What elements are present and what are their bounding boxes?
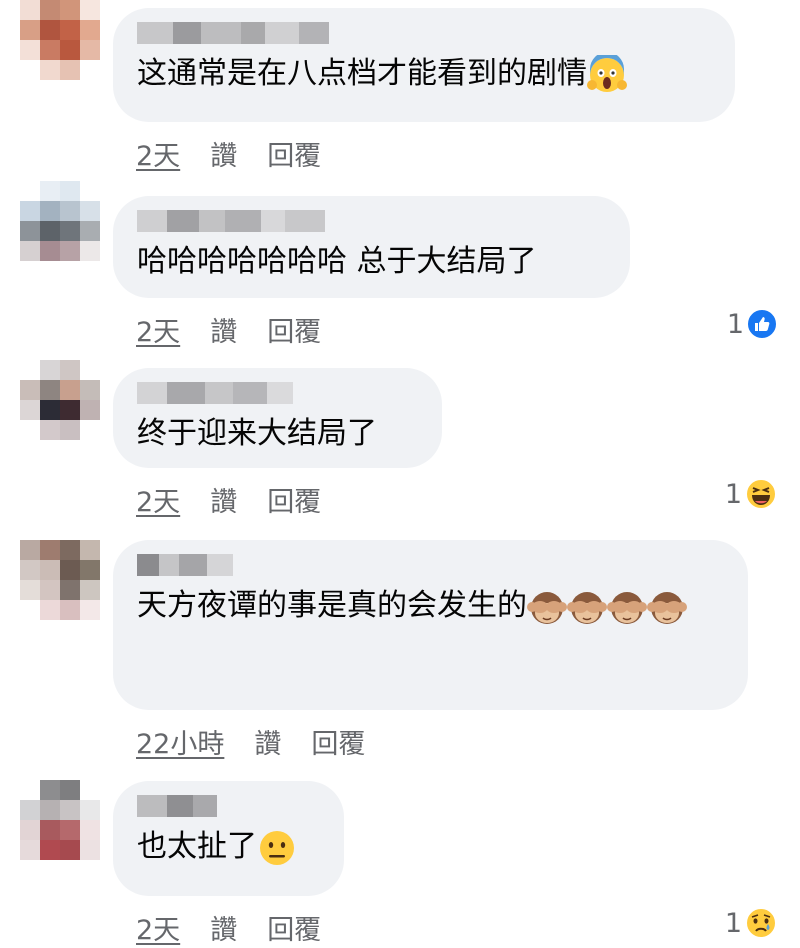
avatar[interactable] — [20, 780, 100, 860]
commenter-name-blurred[interactable] — [137, 795, 320, 817]
commenter-name-blurred[interactable] — [137, 554, 724, 576]
reaction-summary[interactable]: 1 — [725, 477, 778, 511]
reply-button[interactable]: 回覆 — [267, 480, 321, 519]
reply-button[interactable]: 回覆 — [311, 722, 365, 761]
timestamp-link[interactable]: 22小時 — [136, 722, 224, 761]
timestamp-link[interactable]: 2天 — [136, 480, 180, 519]
comment-actions: 2天 讚 回覆 — [136, 480, 321, 519]
comment-text: 天方夜谭的事是真的会发生的 — [137, 584, 727, 628]
reply-button[interactable]: 回覆 — [267, 908, 321, 947]
face-screaming-in-fear-icon — [587, 54, 627, 92]
avatar[interactable] — [20, 540, 100, 620]
avatar[interactable] — [20, 181, 100, 261]
see-no-evil-monkey-icon — [607, 591, 647, 624]
like-button[interactable]: 讚 — [210, 310, 237, 349]
like-button[interactable]: 讚 — [210, 480, 237, 519]
comment-actions: 2天 讚 回覆 — [136, 908, 321, 947]
comment-text: 这通常是在八点档才能看到的剧情 — [137, 52, 711, 96]
comment-actions: 2天 讚 回覆 — [136, 310, 321, 349]
comment-actions: 22小時 讚 回覆 — [136, 722, 365, 761]
timestamp-link[interactable]: 2天 — [136, 310, 180, 349]
comment-bubble: 这通常是在八点档才能看到的剧情 — [113, 8, 735, 122]
comment-text: 也太扯了 — [137, 825, 320, 869]
reaction-count: 1 — [724, 907, 742, 939]
comment-bubble: 哈哈哈哈哈哈哈 总于大结局了 — [113, 196, 630, 298]
see-no-evil-monkey-icon — [567, 591, 607, 624]
commenter-name-blurred[interactable] — [137, 382, 418, 404]
avatar[interactable] — [20, 0, 100, 80]
timestamp-link[interactable]: 2天 — [136, 908, 180, 947]
avatar[interactable] — [20, 360, 100, 440]
comment-text: 终于迎来大结局了 — [137, 416, 377, 451]
reply-button[interactable]: 回覆 — [267, 310, 321, 349]
reaction-count: 1 — [724, 478, 742, 510]
like-button[interactable]: 讚 — [210, 134, 237, 173]
reaction-summary[interactable]: 1 — [727, 308, 778, 340]
like-button[interactable]: 讚 — [210, 908, 237, 947]
like-icon — [746, 308, 778, 340]
commenter-name-blurred[interactable] — [137, 210, 606, 232]
sad-icon — [745, 907, 777, 939]
commenter-name-blurred[interactable] — [137, 22, 711, 44]
neutral-face-icon — [260, 830, 294, 865]
see-no-evil-monkey-icon — [647, 591, 687, 624]
comment-bubble: 也太扯了 — [113, 781, 344, 896]
comment-actions: 2天 讚 回覆 — [136, 134, 321, 173]
like-button[interactable]: 讚 — [254, 722, 281, 761]
reply-button[interactable]: 回覆 — [267, 134, 321, 173]
reaction-count: 1 — [726, 308, 744, 340]
see-no-evil-monkey-icon — [527, 591, 567, 624]
haha-icon — [745, 478, 777, 510]
comment-text: 哈哈哈哈哈哈哈 总于大结局了 — [137, 244, 537, 279]
comment-bubble: 终于迎来大结局了 — [113, 368, 442, 468]
timestamp-link[interactable]: 2天 — [136, 134, 180, 173]
comment-bubble: 天方夜谭的事是真的会发生的 — [113, 540, 748, 710]
reaction-summary[interactable]: 1 — [725, 906, 778, 940]
